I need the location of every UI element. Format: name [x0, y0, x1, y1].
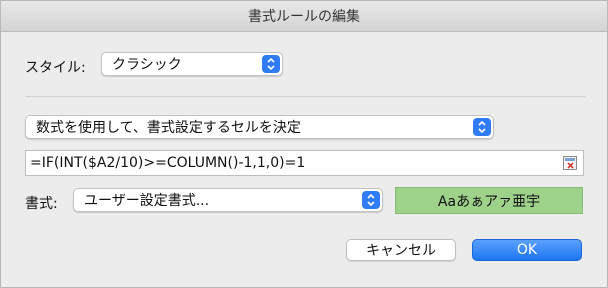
rule-type-popup[interactable]: 数式を使用して、書式設定するセルを決定: [25, 115, 494, 139]
popup-stepper-icon: [362, 191, 380, 209]
range-select-icon[interactable]: [563, 156, 577, 170]
style-popup-value: クラシック: [112, 57, 182, 73]
edit-format-rule-dialog: 書式ルールの編集 スタイル: クラシック 数式を使用して、書式設定するセルを決定…: [0, 0, 608, 288]
separator: [25, 96, 585, 97]
popup-stepper-icon: [262, 55, 280, 73]
format-label: 書式:: [25, 196, 58, 212]
popup-stepper-icon: [473, 118, 491, 136]
format-popup-value: ユーザー設定書式...: [84, 193, 210, 209]
formula-field[interactable]: =IF(INT($A2/10)>=COLUMN()-1,1,0)=1: [25, 150, 584, 176]
rule-type-value: 数式を使用して、書式設定するセルを決定: [36, 120, 301, 136]
ok-button[interactable]: OK: [472, 239, 582, 261]
style-label: スタイル:: [25, 60, 86, 76]
window-title: 書式ルールの編集: [1, 1, 607, 32]
style-popup[interactable]: クラシック: [101, 52, 283, 76]
format-preview: Aaあぁアァ亜宇: [395, 187, 583, 214]
format-popup[interactable]: ユーザー設定書式...: [73, 188, 383, 212]
formula-text: =IF(INT($A2/10)>=COLUMN()-1,1,0)=1: [30, 155, 306, 171]
cancel-button[interactable]: キャンセル: [346, 239, 456, 261]
